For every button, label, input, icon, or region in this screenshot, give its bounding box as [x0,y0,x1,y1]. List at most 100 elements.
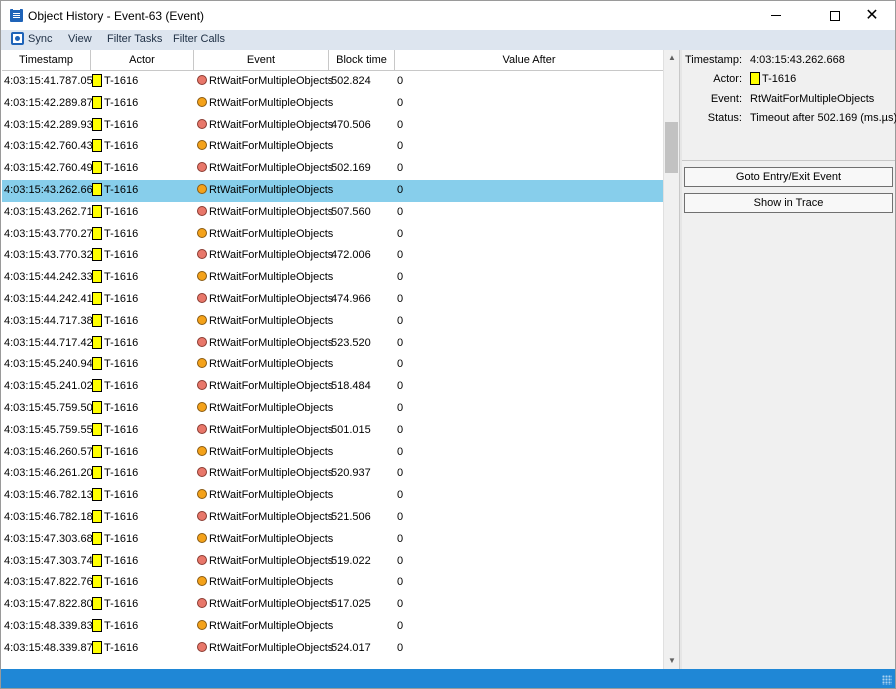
title-bar[interactable]: Object History - Event-63 (Event) ✕ [1,1,895,30]
cell-actor: T-1616 [92,616,138,638]
sync-icon[interactable] [11,32,24,45]
menu-filter-tasks[interactable]: Filter Tasks [107,33,162,45]
cell-timestamp: 4:03:15:43.262.718 [4,205,99,218]
cell-actor-text: T-1616 [104,271,139,284]
cell-value-after: 0 [397,402,404,414]
table-row[interactable]: 4:03:15:47.303.688 T-1616 RtWaitForMultipl… [2,529,663,551]
minimize-button[interactable] [753,1,799,30]
actor-color-icon [92,248,102,262]
cell-event: RtWaitForMultipleObjects [197,638,333,660]
table-row[interactable]: 4:03:15:43.262.718 T-1616 RtWaitForMultipl… [2,202,663,224]
cell-event-text: RtWaitForMultipleObjects [209,227,334,240]
cell-block-time: 524.017 [331,641,371,654]
table-row[interactable]: 4:03:15:42.760.438 T-1616 RtWaitForMultipl… [2,136,663,158]
cell-timestamp: 4:03:15:45.240.948 [4,358,99,371]
column-header-timestamp[interactable]: Timestamp [2,50,91,71]
cell-actor-text: T-1616 [104,445,139,458]
menu-sync[interactable]: Sync [28,33,52,45]
cell-actor-text: T-1616 [104,293,139,305]
table-row[interactable]: 4:03:15:42.760.499 T-1616 RtWaitForMultipl… [2,158,663,180]
cell-timestamp: 4:03:15:45.241.021 [4,380,99,393]
cell-block-time: 507.560 [331,205,371,218]
cell-actor: T-1616 [92,398,138,420]
event-status-dot-icon [197,467,207,478]
menu-bar: Sync View Filter Tasks Filter Calls [1,30,895,50]
table-row[interactable]: 4:03:15:42.289.878 T-1616 RtWaitForMultipl… [2,93,663,115]
table-row[interactable]: 4:03:15:45.759.505 T-1616 RtWaitForMultipl… [2,398,663,420]
cell-value-after: 0 [397,489,404,502]
scroll-down-icon[interactable]: ▼ [664,653,680,669]
table-row[interactable]: 4:03:15:44.242.416 T-1616 RtWaitForMultipl… [2,289,663,311]
table-row[interactable]: 4:03:15:46.261.200 T-1616 RtWaitForMultipl… [2,463,663,485]
table-row[interactable]: 4:03:15:46.782.182 T-1616 RtWaitForMultipl… [2,507,663,529]
actor-color-icon [92,553,102,567]
table-row[interactable]: 4:03:15:48.339.878 T-1616 RtWaitForMultipl… [2,638,663,660]
cell-actor: T-1616 [92,594,138,616]
show-in-trace-button[interactable]: Show in Trace [684,193,893,213]
event-status-dot-icon [197,75,207,85]
cell-timestamp: 4:03:15:41.787.054 [4,75,99,87]
column-header-actor[interactable]: Actor [91,50,194,71]
cell-actor: T-1616 [92,289,138,311]
cell-event-text: RtWaitForMultipleObjects [209,75,334,87]
table-row[interactable]: 4:03:15:47.822.809 T-1616 RtWaitForMultipl… [2,594,663,616]
table-row[interactable]: 4:03:15:45.240.948 T-1616 RtWaitForMultipl… [2,354,663,376]
cell-timestamp: 4:03:15:46.782.137 [4,489,99,502]
cell-event: RtWaitForMultipleObjects [197,333,333,355]
resize-grip-icon[interactable] [882,675,892,685]
table-row[interactable]: 4:03:15:43.262.668 T-1616 RtWaitForMultipl… [2,180,663,202]
menu-filter-calls[interactable]: Filter Calls [173,33,225,45]
detail-status-label: Status: [707,112,742,124]
table-row[interactable]: 4:03:15:47.303.741 T-1616 RtWaitForMultipl… [2,551,663,573]
cell-event: RtWaitForMultipleObjects [197,267,333,289]
detail-panel: Timestamp: 4:03:15:43.262.668 Actor: T-1… [682,50,896,669]
scroll-thumb[interactable] [665,122,678,173]
cell-value-after: 0 [397,293,404,305]
event-status-dot-icon [197,598,207,609]
cell-value-after: 0 [397,554,404,567]
cell-actor-text: T-1616 [104,576,139,589]
cell-actor: T-1616 [92,376,138,398]
table-row[interactable]: 4:03:15:44.242.331 T-1616 RtWaitForMultipl… [2,267,663,289]
column-header-event[interactable]: Event [194,50,329,71]
cell-actor: T-1616 [92,638,138,660]
cell-event: RtWaitForMultipleObjects [197,245,333,267]
vertical-scrollbar[interactable]: ▲ ▼ [663,50,679,669]
table-row[interactable]: 4:03:15:42.289.932 T-1616 RtWaitForMultipl… [2,115,663,137]
table-row[interactable]: 4:03:15:48.339.834 T-1616 RtWaitForMultipl… [2,616,663,638]
column-header-block-time[interactable]: Block time [329,50,395,71]
table-row[interactable]: 4:03:15:44.717.428 T-1616 RtWaitForMultipl… [2,333,663,355]
event-status-dot-icon [197,380,207,391]
cell-timestamp: 4:03:15:46.260.572 [4,445,99,458]
cell-actor: T-1616 [92,115,138,137]
cell-value-after: 0 [397,358,404,371]
table-row[interactable]: 4:03:15:46.260.572 T-1616 RtWaitForMultipl… [2,442,663,464]
cell-event-text: RtWaitForMultipleObjects [209,402,334,414]
close-button[interactable]: ✕ [849,1,895,30]
cell-actor: T-1616 [92,71,138,93]
actor-color-icon [92,640,102,654]
cell-actor-text: T-1616 [104,75,139,87]
table-row[interactable]: 4:03:15:41.787.054 T-1616 RtWaitForMultipl… [2,71,663,93]
cell-timestamp: 4:03:15:44.242.416 [4,293,99,305]
cell-event-text: RtWaitForMultipleObjects [209,184,334,196]
cell-actor-text: T-1616 [104,532,139,545]
cell-value-after: 0 [397,314,404,327]
table-row[interactable]: 4:03:15:45.759.558 T-1616 RtWaitForMultipl… [2,420,663,442]
table-row[interactable]: 4:03:15:45.241.021 T-1616 RtWaitForMultipl… [2,376,663,398]
cell-event-text: RtWaitForMultipleObjects [209,554,334,567]
table-row[interactable]: 4:03:15:43.770.325 T-1616 RtWaitForMultipl… [2,245,663,267]
column-header-value-after[interactable]: Value After [395,50,663,71]
cell-event-text: RtWaitForMultipleObjects [209,140,334,153]
cell-event: RtWaitForMultipleObjects [197,572,333,594]
cell-event-text: RtWaitForMultipleObjects [209,96,334,109]
goto-entry-exit-button[interactable]: Goto Entry/Exit Event [684,167,893,187]
table-row[interactable]: 4:03:15:46.782.137 T-1616 RtWaitForMultipl… [2,485,663,507]
table-row[interactable]: 4:03:15:44.717.382 T-1616 RtWaitForMultipl… [2,311,663,333]
table-row[interactable]: 4:03:15:47.822.764 T-1616 RtWaitForMultipl… [2,572,663,594]
cell-event-text: RtWaitForMultipleObjects [209,314,334,327]
cell-event-text: RtWaitForMultipleObjects [209,641,334,654]
menu-view[interactable]: View [68,33,92,45]
scroll-up-icon[interactable]: ▲ [664,50,680,66]
table-row[interactable]: 4:03:15:43.770.278 T-1616 RtWaitForMultipl… [2,224,663,246]
